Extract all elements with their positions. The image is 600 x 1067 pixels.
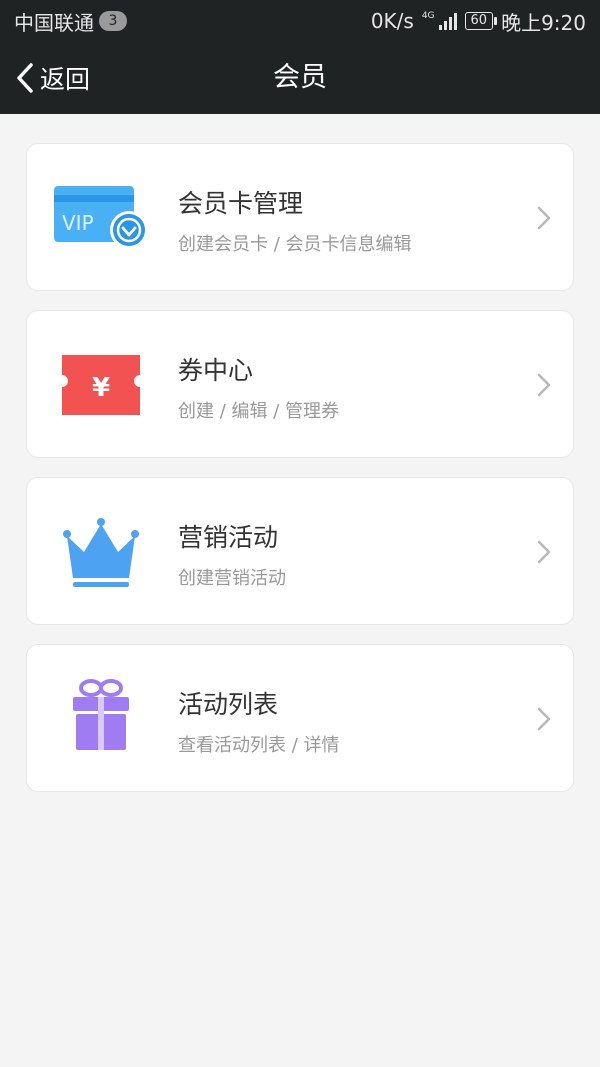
coupon-icon: ¥ bbox=[62, 355, 140, 415]
signal-icon: 4G bbox=[422, 12, 457, 30]
carrier-name: 中国联通 bbox=[14, 10, 94, 35]
menu-item-subtitle: 创建营销活动 bbox=[178, 568, 286, 589]
menu-item-title: 营销活动 bbox=[178, 523, 279, 552]
network-type: 4G bbox=[421, 11, 435, 21]
back-label: 返回 bbox=[40, 65, 91, 94]
chevron-right-icon bbox=[537, 707, 551, 731]
gift-icon bbox=[73, 679, 129, 750]
status-bar: 中国联通 3 0K/s 4G 60 晚上9:20 bbox=[0, 0, 600, 42]
menu-item-title: 活动列表 bbox=[178, 690, 279, 719]
menu-item-subtitle: 创建会员卡 / 会员卡信息编辑 bbox=[178, 234, 412, 255]
chevron-right-icon bbox=[537, 373, 551, 397]
menu-item-subtitle: 查看活动列表 / 详情 bbox=[178, 735, 340, 756]
chevron-right-icon bbox=[537, 206, 551, 230]
network-speed: 0K/s bbox=[370, 9, 414, 33]
menu-item-coupon-center[interactable]: ¥ 券中心 创建 / 编辑 / 管理券 bbox=[26, 310, 574, 458]
chevron-right-icon bbox=[537, 540, 551, 564]
menu-item-activity-list[interactable]: 活动列表 查看活动列表 / 详情 bbox=[26, 644, 574, 792]
battery-icon: 60 bbox=[464, 12, 497, 30]
notification-badge: 3 bbox=[99, 11, 127, 31]
menu-item-subtitle: 创建 / 编辑 / 管理券 bbox=[178, 401, 340, 422]
yen-text: ¥ bbox=[92, 373, 110, 403]
menu-item-title: 会员卡管理 bbox=[178, 189, 304, 218]
status-right: 0K/s 4G 60 晚上9:20 bbox=[371, 7, 586, 36]
menu-item-title: 券中心 bbox=[178, 356, 254, 385]
crown-icon bbox=[63, 518, 139, 587]
nav-bar: 返回 会员 bbox=[0, 42, 600, 114]
clock: 晚上9:20 bbox=[501, 10, 586, 35]
carrier: 中国联通 3 bbox=[14, 7, 127, 36]
battery-level: 60 bbox=[470, 13, 488, 28]
member-menu-list: VIP 会员卡管理 创建会员卡 / 会员卡信息编辑 ¥ 券中心 创建 / 编辑 … bbox=[26, 143, 574, 811]
chevron-left-icon bbox=[17, 63, 33, 93]
vip-card-icon: VIP bbox=[54, 186, 148, 249]
vip-text: VIP bbox=[62, 211, 94, 235]
menu-item-marketing[interactable]: 营销活动 创建营销活动 bbox=[26, 477, 574, 625]
back-button[interactable]: 返回 bbox=[16, 42, 90, 114]
menu-item-member-card[interactable]: VIP 会员卡管理 创建会员卡 / 会员卡信息编辑 bbox=[26, 143, 574, 291]
